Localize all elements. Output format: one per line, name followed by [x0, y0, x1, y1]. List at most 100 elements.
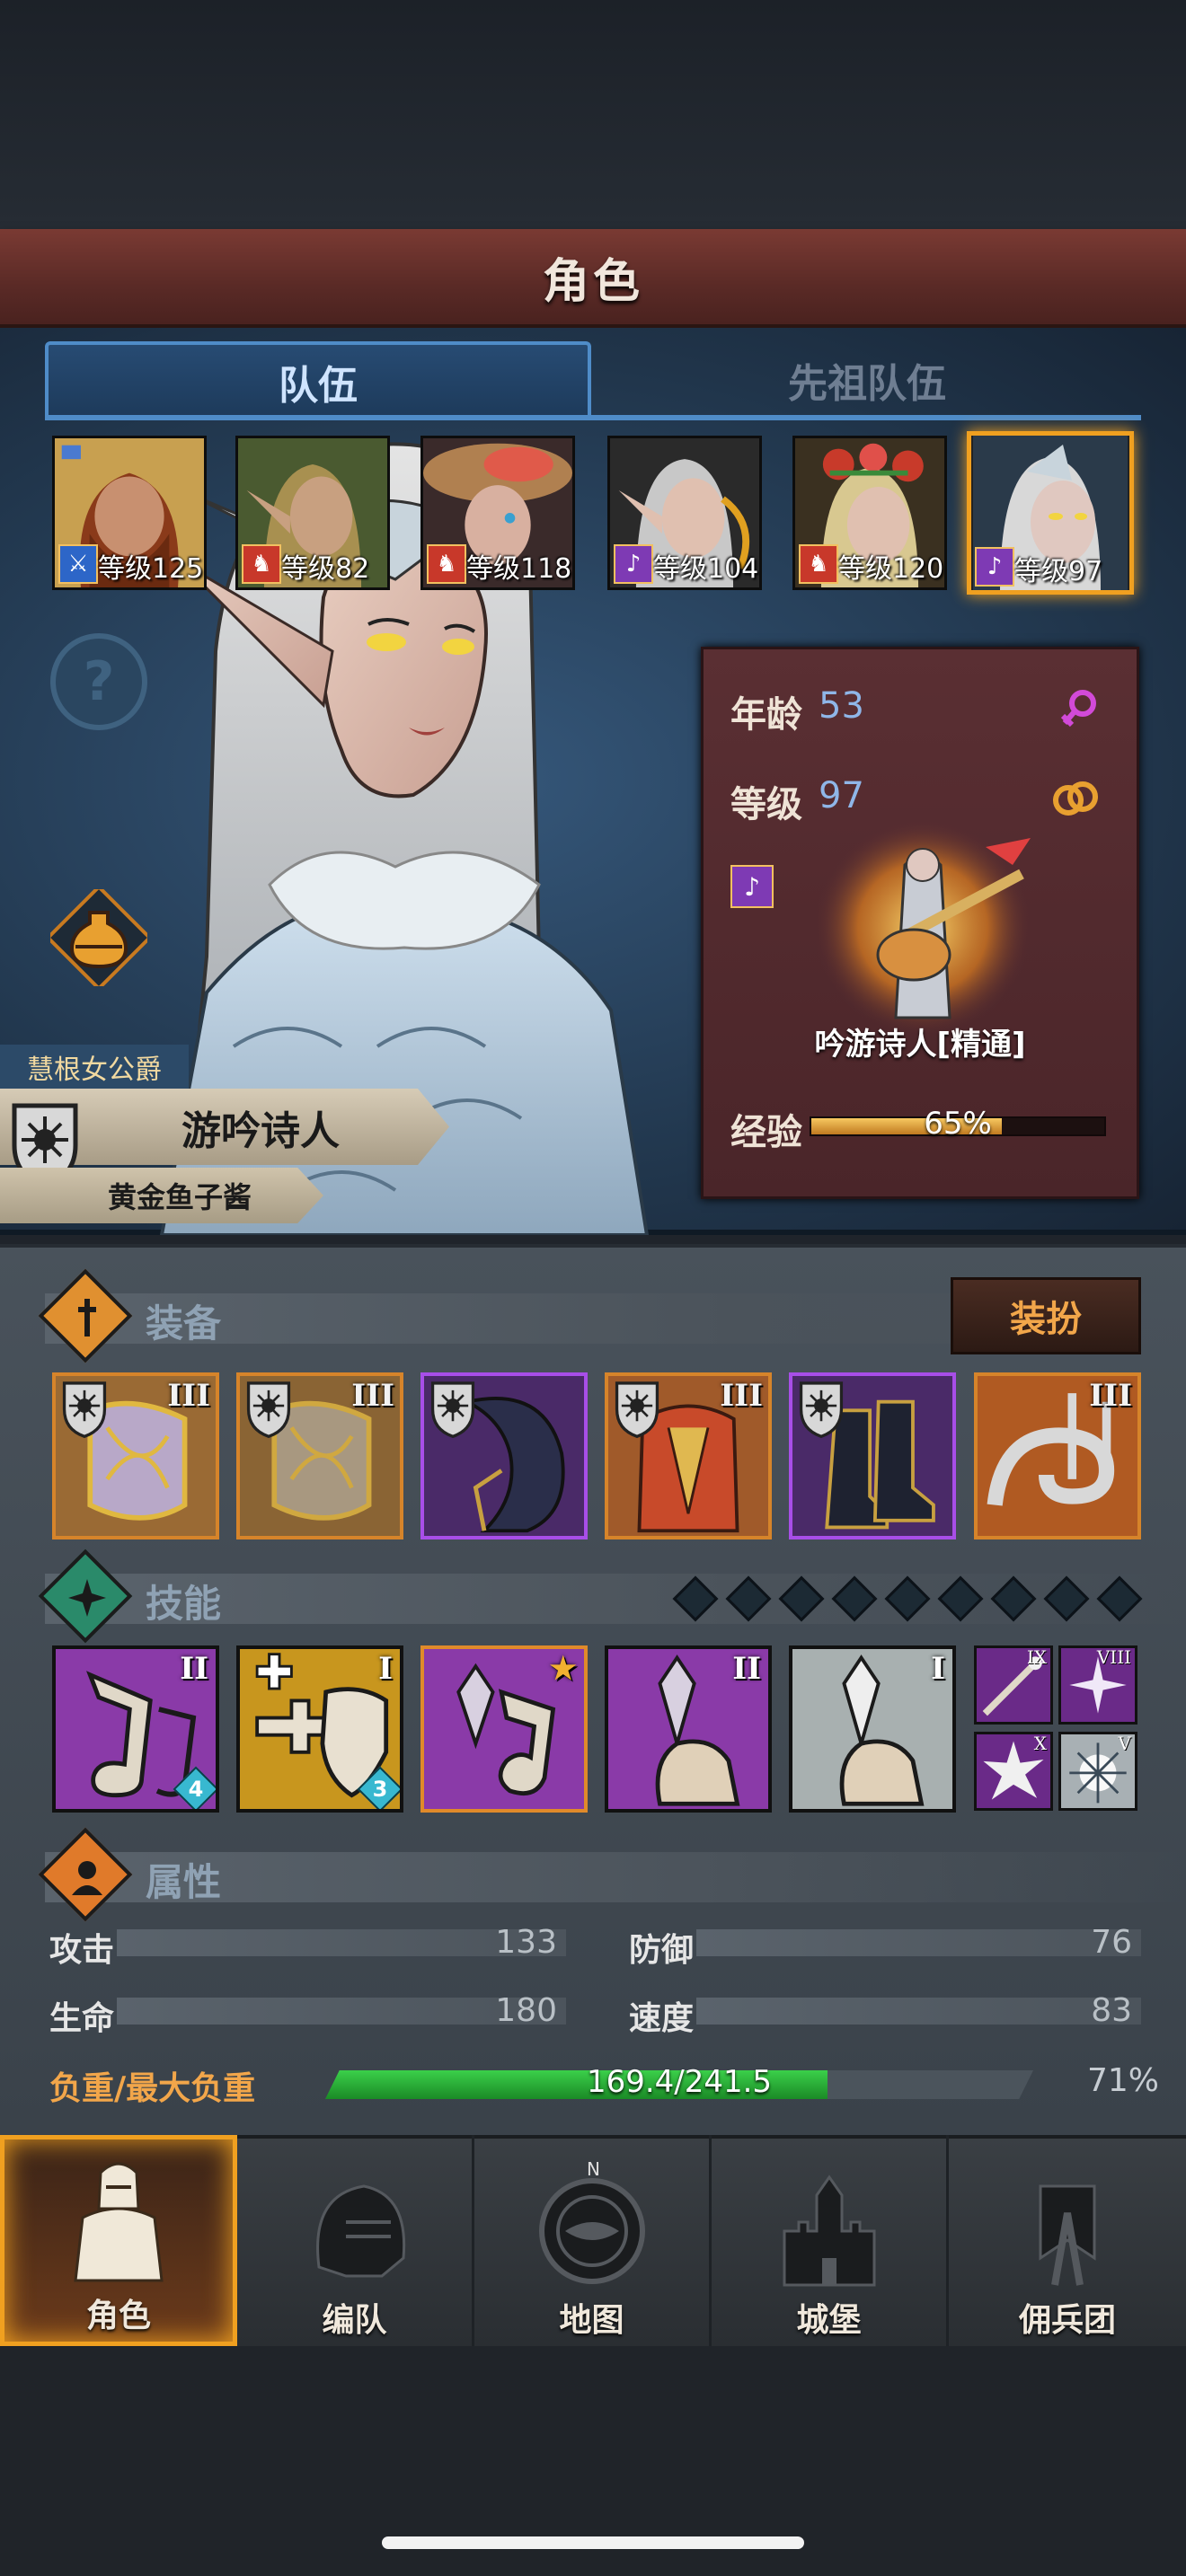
- sword-icon: [78, 1299, 96, 1337]
- stat-card: 年龄 53 等级 97 ♪ 吟游诗人[精通] 经验 65%: [701, 647, 1139, 1199]
- skill-tier: I: [931, 1651, 945, 1687]
- passive-tier: IX: [1026, 1646, 1047, 1668]
- tab-ancestor-team[interactable]: 先祖队伍: [593, 341, 1141, 419]
- equip-slot-5[interactable]: [789, 1372, 956, 1539]
- class-wolf-icon: ♞: [427, 544, 466, 584]
- tab-ancestor-team-label: 先祖队伍: [788, 361, 946, 407]
- help-button[interactable]: ?: [50, 633, 147, 730]
- equip-slot-3[interactable]: [420, 1372, 588, 1539]
- job-name: 吟游诗人[精通]: [814, 1027, 1026, 1063]
- level-label: 等级: [730, 784, 802, 825]
- passive-tier: V: [1118, 1733, 1131, 1754]
- tab-underline: [45, 415, 1141, 420]
- female-icon: [1060, 690, 1096, 728]
- nav-mercenary[interactable]: 佣兵团: [949, 2135, 1186, 2346]
- helmet-icon: [315, 2184, 405, 2278]
- skill-tier: I: [378, 1651, 393, 1687]
- hero-title-tag: 慧根女公爵: [0, 1045, 189, 1090]
- exp-label: 经验: [730, 1112, 802, 1153]
- guild-shield-icon: [430, 1381, 475, 1439]
- passive-skill-4[interactable]: V: [1058, 1732, 1137, 1811]
- bard-job-illustration: [815, 820, 1031, 1036]
- roster-level: 等级125: [98, 553, 204, 585]
- roster-slot-4[interactable]: ♪ 等级104: [607, 436, 762, 590]
- skill-slot-3[interactable]: ★: [420, 1645, 588, 1813]
- nav-formation-label: 编队: [322, 2302, 387, 2339]
- hero-class-name: 游吟诗人: [181, 1107, 340, 1154]
- roster-slot-6-selected[interactable]: ♪ 等级97: [967, 431, 1134, 595]
- player-name-plaque: 黄金鱼子酱: [0, 1168, 323, 1223]
- crystal-hand-icon: [792, 1649, 952, 1809]
- speed-value: 83: [1091, 1992, 1132, 2029]
- roster-slot-1[interactable]: ⚔ 等级125: [52, 436, 207, 590]
- dress-up-button[interactable]: 装扮: [951, 1277, 1141, 1354]
- roster-level: 等级120: [838, 553, 944, 585]
- attack-value: 133: [495, 1924, 557, 1961]
- guild-shield-icon: [615, 1381, 659, 1439]
- equip-slot-1[interactable]: III: [52, 1372, 219, 1539]
- tab-team[interactable]: 队伍: [45, 341, 591, 419]
- screen-title: 角色: [542, 254, 643, 309]
- skill-slot-5[interactable]: I: [789, 1645, 956, 1813]
- nav-map[interactable]: N 地图: [474, 2135, 712, 2346]
- castle-icon: [783, 2175, 875, 2287]
- class-wolf-icon: ♞: [799, 544, 838, 584]
- equip-slot-6[interactable]: III: [974, 1372, 1141, 1539]
- knight-icon: [74, 2162, 164, 2282]
- defense-value: 76: [1091, 1924, 1132, 1961]
- skill-count: 3: [372, 1777, 388, 1802]
- head-icon: [72, 1861, 102, 1895]
- player-name: 黄金鱼子酱: [107, 1180, 252, 1214]
- skill-slot-1[interactable]: II 4: [52, 1645, 219, 1813]
- title-banner: 角色: [0, 229, 1186, 328]
- passive-skill-3[interactable]: X: [974, 1732, 1053, 1811]
- tab-team-label: 队伍: [279, 363, 358, 409]
- equip-slot-4[interactable]: III: [605, 1372, 772, 1539]
- equip-tier: III: [1089, 1378, 1132, 1414]
- speed-label: 速度: [629, 2000, 695, 2037]
- roster-slot-5[interactable]: ♞ 等级120: [792, 436, 947, 590]
- guild-shield-icon: [246, 1381, 291, 1439]
- roster-slot-2[interactable]: ♞ 等级82: [235, 436, 390, 590]
- rings-icon: [1053, 781, 1098, 816]
- passive-skill-1[interactable]: IX: [974, 1645, 1053, 1725]
- map-north-marker: N: [587, 2159, 600, 2180]
- equip-tier: III: [351, 1378, 394, 1414]
- compass-icon: N: [538, 2159, 645, 2284]
- roster-slot-3[interactable]: ♞ 等级118: [420, 436, 575, 590]
- dress-up-label: 装扮: [1010, 1299, 1082, 1340]
- skill-count: 4: [188, 1777, 204, 1802]
- equip-slot-2[interactable]: III: [236, 1372, 403, 1539]
- skills-title: 技能: [146, 1582, 222, 1626]
- hp-value: 180: [495, 1992, 557, 2029]
- equip-tier: III: [720, 1378, 763, 1414]
- hero-title: 慧根女公爵: [27, 1054, 162, 1086]
- nav-mercenary-label: 佣兵团: [1018, 2302, 1116, 2339]
- class-sword-icon: ⚔: [58, 544, 98, 584]
- nav-map-label: 地图: [559, 2302, 624, 2339]
- load-label: 负重/最大负重: [49, 2070, 256, 2107]
- nav-formation[interactable]: 编队: [237, 2135, 474, 2346]
- potion-icon: [50, 889, 147, 986]
- roster-level: 等级82: [281, 553, 370, 585]
- passive-tier: VIII: [1096, 1646, 1131, 1668]
- class-lute-icon: ♪: [975, 547, 1014, 587]
- load-value: 169.4/241.5: [586, 2064, 773, 2100]
- nav-castle[interactable]: 城堡: [712, 2135, 949, 2346]
- exp-bar: 65%: [810, 1106, 1106, 1142]
- star-icon: [68, 1579, 106, 1617]
- skill-slot-4[interactable]: II: [605, 1645, 772, 1813]
- roster-level: 等级97: [1014, 556, 1103, 587]
- potion-button[interactable]: [50, 889, 147, 986]
- skill-star: ★: [549, 1651, 577, 1687]
- passive-skill-2[interactable]: VIII: [1058, 1645, 1137, 1725]
- hp-label: 生命: [49, 2000, 115, 2037]
- class-wolf-icon: ♞: [242, 544, 281, 584]
- class-lute-icon: ♪: [614, 544, 653, 584]
- nav-character[interactable]: 角色: [0, 2135, 237, 2346]
- guild-banner-icon: [1039, 2184, 1096, 2286]
- load-percent: 71%: [1086, 2062, 1159, 2099]
- home-indicator[interactable]: [382, 2536, 804, 2549]
- skill-tier: II: [180, 1651, 208, 1687]
- skill-slot-2[interactable]: I 3: [236, 1645, 403, 1813]
